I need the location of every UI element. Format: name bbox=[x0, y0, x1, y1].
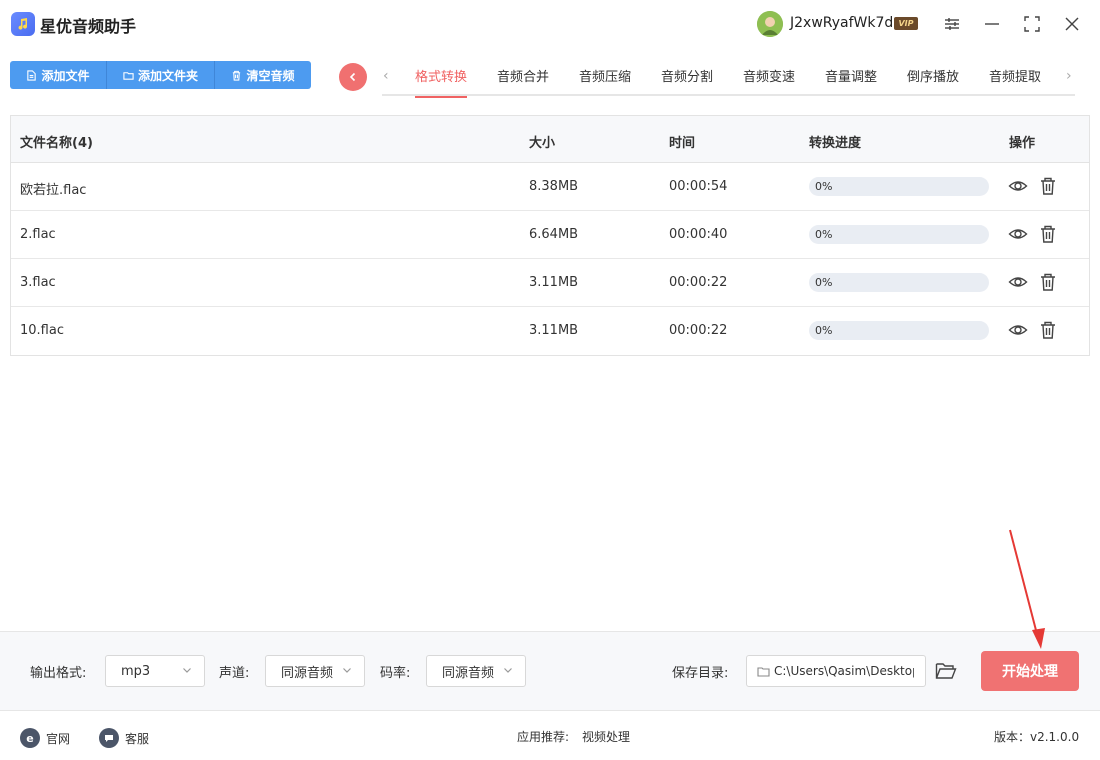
recommend-video-link[interactable]: 视频处理 bbox=[582, 728, 630, 745]
chevron-down-icon bbox=[504, 668, 512, 673]
tab-audio-speed[interactable]: 音频变速 bbox=[743, 66, 795, 96]
progress-text: 0% bbox=[815, 324, 833, 337]
footer: e 官网 客服 应用推荐: 视频处理 版本：v2.1.0.0 bbox=[0, 712, 1100, 760]
file-size: 6.64MB bbox=[529, 227, 579, 242]
eye-icon[interactable] bbox=[1008, 224, 1028, 244]
table-row[interactable]: 欧若拉.flac 8.38MB 00:00:54 0% bbox=[11, 163, 1089, 211]
collapse-back-button[interactable] bbox=[339, 63, 367, 91]
header-progress: 转换进度 bbox=[809, 136, 862, 151]
eye-icon[interactable] bbox=[1008, 320, 1028, 340]
website-e-icon: e bbox=[20, 728, 40, 748]
website-link[interactable]: e 官网 bbox=[20, 728, 70, 748]
tab-format-convert[interactable]: 格式转换 bbox=[415, 66, 468, 98]
app-logo-icon bbox=[11, 12, 35, 36]
chevron-left-icon bbox=[349, 72, 356, 82]
table-row[interactable]: 10.flac 3.11MB 00:00:22 0% bbox=[11, 307, 1089, 355]
chevron-down-icon bbox=[183, 668, 191, 673]
trash-icon[interactable] bbox=[1038, 320, 1058, 340]
progress-bar: 0% bbox=[809, 177, 989, 196]
bitrate-select[interactable]: 同源音频 bbox=[426, 655, 526, 687]
file-duration: 00:00:22 bbox=[669, 323, 728, 338]
file-duration: 00:00:54 bbox=[669, 179, 728, 194]
clear-audio-button[interactable]: 清空音频 bbox=[215, 61, 311, 89]
trash-icon[interactable] bbox=[1038, 272, 1058, 292]
title-bar: 星优音频助手 J2xwRyafWk7d VIP bbox=[0, 0, 1100, 48]
start-process-button[interactable]: 开始处理 bbox=[981, 651, 1079, 691]
open-folder-icon[interactable] bbox=[935, 661, 957, 681]
progress-text: 0% bbox=[815, 276, 833, 289]
file-name: 3.flac bbox=[20, 275, 56, 290]
output-settings-bar: 输出格式: mp3 声道: 同源音频 码率: 同源音频 保存目录: 开始处理 bbox=[0, 631, 1100, 711]
user-avatar[interactable] bbox=[757, 11, 783, 37]
vip-badge: VIP bbox=[894, 17, 918, 30]
tab-audio-split[interactable]: 音频分割 bbox=[661, 66, 713, 96]
app-title: 星优音频助手 bbox=[40, 17, 137, 36]
file-duration: 00:00:22 bbox=[669, 275, 728, 290]
user-name[interactable]: J2xwRyafWk7d bbox=[790, 15, 893, 31]
output-format-value: mp3 bbox=[121, 663, 151, 679]
add-folder-button[interactable]: 添加文件夹 bbox=[107, 61, 215, 89]
file-name: 10.flac bbox=[20, 323, 64, 338]
trash-icon[interactable] bbox=[1038, 176, 1058, 196]
save-directory-input[interactable] bbox=[774, 664, 914, 678]
customer-service-link[interactable]: 客服 bbox=[99, 728, 149, 748]
progress-bar: 0% bbox=[809, 321, 989, 340]
table-row[interactable]: 3.flac 3.11MB 00:00:22 0% bbox=[11, 259, 1089, 307]
close-icon[interactable] bbox=[1060, 12, 1084, 36]
tab-volume-adjust[interactable]: 音量调整 bbox=[825, 66, 877, 96]
progress-bar: 0% bbox=[809, 225, 989, 244]
add-file-label: 添加文件 bbox=[41, 68, 90, 83]
file-size: 3.11MB bbox=[529, 323, 579, 338]
table-row[interactable]: 2.flac 6.64MB 00:00:40 0% bbox=[11, 211, 1089, 259]
channel-select[interactable]: 同源音频 bbox=[265, 655, 365, 687]
feature-tabs: 格式转换 音频合并 音频压缩 音频分割 音频变速 音量调整 倒序播放 音频提取 bbox=[382, 60, 1075, 98]
eye-icon[interactable] bbox=[1008, 272, 1028, 292]
header-file-name: 文件名称(4) bbox=[20, 136, 93, 151]
file-table: 文件名称(4) 大小 时间 转换进度 操作 欧若拉.flac 8.38MB 00… bbox=[10, 115, 1090, 356]
file-size: 3.11MB bbox=[529, 275, 579, 290]
website-label: 官网 bbox=[46, 731, 71, 746]
channel-value: 同源音频 bbox=[281, 665, 334, 681]
eye-icon[interactable] bbox=[1008, 176, 1028, 196]
toolbar: 添加文件 添加文件夹 清空音频 bbox=[10, 61, 311, 89]
progress-text: 0% bbox=[815, 228, 833, 241]
header-time: 时间 bbox=[669, 136, 696, 151]
settings-sliders-icon[interactable] bbox=[940, 12, 964, 36]
folder-icon bbox=[757, 666, 770, 677]
trash-icon[interactable] bbox=[1038, 224, 1058, 244]
save-directory-label: 保存目录: bbox=[672, 666, 729, 681]
add-folder-label: 添加文件夹 bbox=[137, 68, 198, 83]
file-size: 8.38MB bbox=[529, 179, 579, 194]
tab-audio-merge[interactable]: 音频合并 bbox=[497, 66, 549, 96]
bitrate-value: 同源音频 bbox=[442, 665, 495, 681]
maximize-icon[interactable] bbox=[1020, 12, 1044, 36]
channel-label: 声道: bbox=[219, 666, 250, 681]
chevron-down-icon bbox=[343, 668, 351, 673]
version-text: 版本：v2.1.0.0 bbox=[994, 730, 1080, 744]
file-name: 欧若拉.flac bbox=[20, 183, 87, 198]
recommend-label: 应用推荐: bbox=[517, 730, 570, 744]
clear-audio-label: 清空音频 bbox=[246, 68, 295, 83]
output-format-label: 输出格式: bbox=[30, 666, 87, 681]
progress-bar: 0% bbox=[809, 273, 989, 292]
tab-audio-extract[interactable]: 音频提取 bbox=[989, 66, 1041, 96]
file-duration: 00:00:40 bbox=[669, 227, 728, 242]
header-size: 大小 bbox=[529, 136, 556, 151]
trash-icon bbox=[233, 70, 241, 81]
customer-service-label: 客服 bbox=[125, 731, 150, 746]
save-directory-field[interactable] bbox=[746, 655, 926, 687]
chat-bubble-icon bbox=[99, 728, 119, 748]
progress-text: 0% bbox=[815, 180, 833, 193]
header-operations: 操作 bbox=[1009, 136, 1036, 151]
output-format-select[interactable]: mp3 bbox=[105, 655, 205, 687]
minimize-icon[interactable] bbox=[980, 12, 1004, 36]
add-file-button[interactable]: 添加文件 bbox=[10, 61, 107, 89]
bitrate-label: 码率: bbox=[380, 666, 411, 681]
folder-icon bbox=[123, 71, 134, 80]
file-icon bbox=[27, 69, 37, 81]
tab-reverse-play[interactable]: 倒序播放 bbox=[907, 66, 959, 96]
tab-audio-compress[interactable]: 音频压缩 bbox=[579, 66, 631, 96]
file-name: 2.flac bbox=[20, 227, 56, 242]
table-header: 文件名称(4) 大小 时间 转换进度 操作 bbox=[11, 116, 1089, 163]
